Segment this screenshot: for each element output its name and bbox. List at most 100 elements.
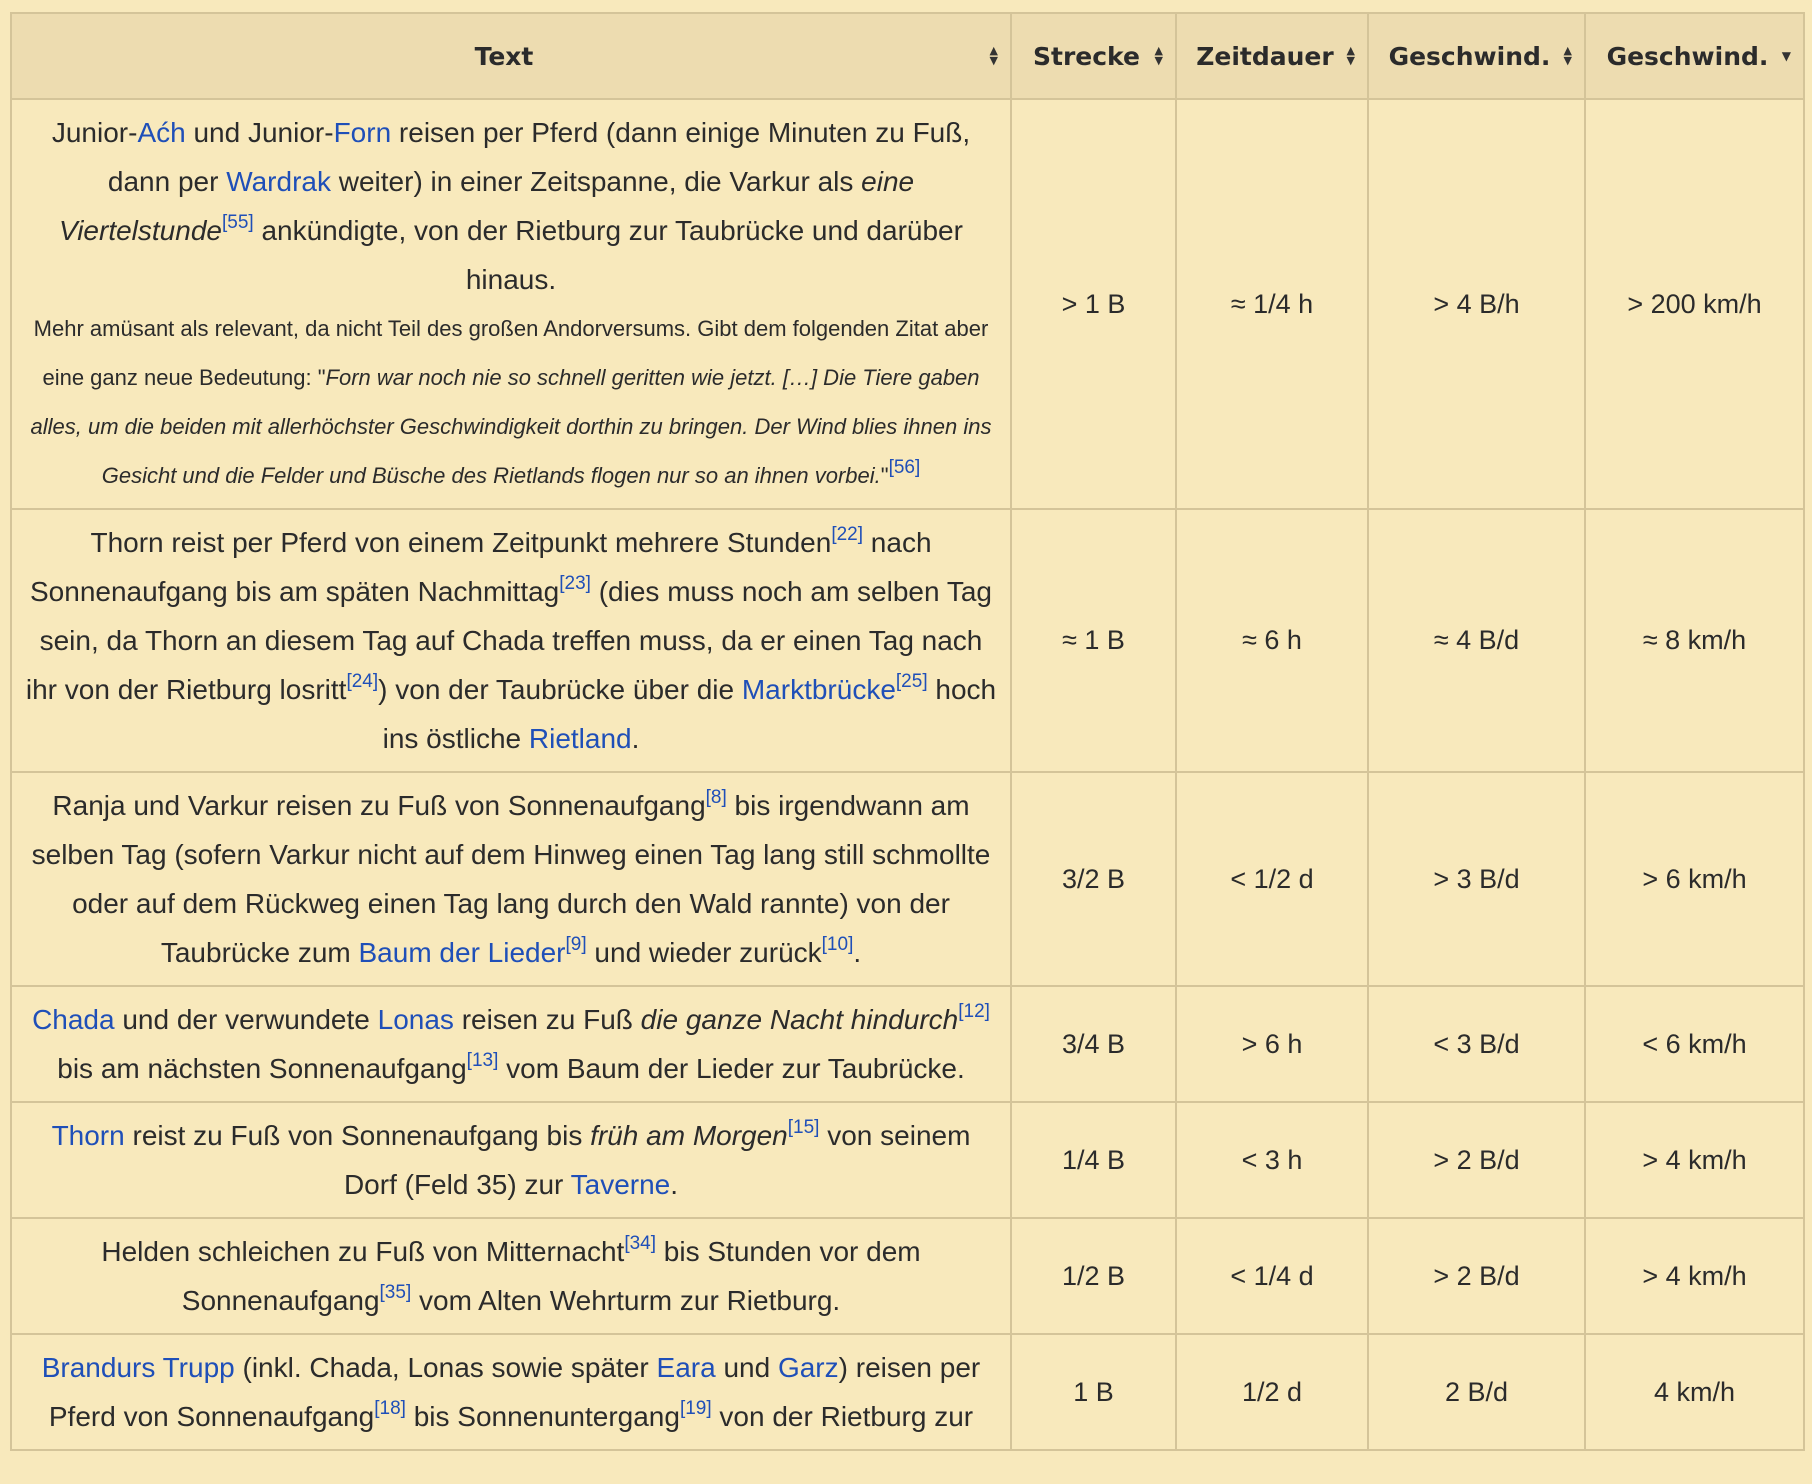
table-row: Helden schleichen zu Fuß von Mitternacht… — [10, 1217, 1805, 1335]
header-row: Text ▲ ▼ Strecke ▲ ▼ Zeitdauer ▲ ▼ Geschwind. ▲ ▼ Ge… — [10, 12, 1805, 100]
sort-descending-icon[interactable]: ▼ — [1782, 50, 1791, 62]
cell-zeitdauer: ≈ 6 h — [1175, 508, 1369, 773]
italic-text: die ganze Nacht hindurch — [640, 1004, 959, 1035]
cell-zeitdauer: < 1/2 d — [1175, 771, 1369, 987]
cell-strecke: 3/2 B — [1010, 771, 1177, 987]
footnote-reference[interactable]: [24] — [346, 671, 378, 692]
wiki-link[interactable]: Marktbrücke — [742, 674, 896, 705]
cell-text: Thorn reist per Pferd von einem Zeitpunk… — [10, 508, 1012, 773]
sort-both-icon[interactable]: ▲ ▼ — [1347, 45, 1355, 66]
cell-text: Brandurs Trupp (inkl. Chada, Lonas sowie… — [10, 1333, 1012, 1451]
table-row: Brandurs Trupp (inkl. Chada, Lonas sowie… — [10, 1333, 1805, 1451]
footnote-reference[interactable]: [25] — [896, 671, 928, 692]
footnote-reference[interactable]: [8] — [706, 787, 727, 808]
header-text[interactable]: Text ▲ ▼ — [10, 12, 1012, 100]
cell-zeitdauer: < 1/4 d — [1175, 1217, 1369, 1335]
header-label: Zeitdauer — [1196, 41, 1334, 71]
cell-geschwind-bd: > 2 B/d — [1367, 1101, 1586, 1219]
table-row: Ranja und Varkur reisen zu Fuß von Sonne… — [10, 771, 1805, 987]
wiki-link[interactable]: Wardrak — [226, 166, 331, 197]
footnote-reference[interactable]: [56] — [889, 457, 921, 478]
footnote-reference[interactable]: [13] — [467, 1050, 499, 1071]
description-text: Junior-Aćh und Junior-Forn reisen per Pf… — [51, 117, 971, 295]
table-row: Chada und der verwundete Lonas reisen zu… — [10, 985, 1805, 1103]
cell-text: Ranja und Varkur reisen zu Fuß von Sonne… — [10, 771, 1012, 987]
cell-zeitdauer: 1/2 d — [1175, 1333, 1369, 1451]
italic-text: früh am Morgen — [590, 1120, 788, 1151]
italic-text: eine Viertelstunde — [59, 166, 915, 246]
footnote-reference[interactable]: [12] — [958, 1001, 990, 1022]
wiki-link[interactable]: Taverne — [571, 1169, 671, 1200]
wiki-link[interactable]: Chada — [32, 1004, 115, 1035]
cell-text: Thorn reist zu Fuß von Sonnenaufgang bis… — [10, 1101, 1012, 1219]
cell-text: Chada und der verwundete Lonas reisen zu… — [10, 985, 1012, 1103]
wiki-link[interactable]: Garz — [778, 1352, 839, 1383]
cell-geschwind-kmh: ≈ 8 km/h — [1584, 508, 1805, 773]
wiki-link[interactable]: Brandurs Trupp — [42, 1352, 235, 1383]
description-text: Helden schleichen zu Fuß von Mitternacht… — [101, 1232, 921, 1316]
sort-both-icon[interactable]: ▲ ▼ — [1155, 45, 1163, 66]
footnote-reference[interactable]: [55] — [222, 212, 254, 233]
footnote-reference[interactable]: [34] — [624, 1233, 656, 1254]
cell-strecke: 3/4 B — [1010, 985, 1177, 1103]
speed-table: Text ▲ ▼ Strecke ▲ ▼ Zeitdauer ▲ ▼ Geschwind. ▲ ▼ Ge… — [10, 12, 1805, 1451]
footnote-reference[interactable]: [10] — [822, 934, 854, 955]
sort-both-icon[interactable]: ▲ ▼ — [990, 45, 998, 66]
description-text: Thorn reist zu Fuß von Sonnenaufgang bis… — [51, 1116, 971, 1200]
italic-text: Forn war noch nie so schnell geritten wi… — [30, 365, 992, 488]
footnote-reference[interactable]: [19] — [680, 1398, 712, 1419]
header-geschwind-2[interactable]: Geschwind. ▼ — [1584, 12, 1805, 100]
footnote-reference[interactable]: [15] — [788, 1117, 820, 1138]
cell-geschwind-bd: > 2 B/d — [1367, 1217, 1586, 1335]
cell-geschwind-bd: > 4 B/h — [1367, 98, 1586, 510]
description-text: Ranja und Varkur reisen zu Fuß von Sonne… — [31, 786, 991, 968]
wiki-link[interactable]: Baum der Lieder — [359, 937, 566, 968]
cell-strecke: > 1 B — [1010, 98, 1177, 510]
cell-strecke: ≈ 1 B — [1010, 508, 1177, 773]
wiki-link[interactable]: Rietland — [529, 723, 632, 754]
cell-strecke: 1 B — [1010, 1333, 1177, 1451]
cell-strecke: 1/2 B — [1010, 1217, 1177, 1335]
footnote-reference[interactable]: [23] — [559, 573, 591, 594]
table-row: Thorn reist per Pferd von einem Zeitpunk… — [10, 508, 1805, 773]
wiki-link[interactable]: Aćh — [137, 117, 185, 148]
cell-geschwind-kmh: > 6 km/h — [1584, 771, 1805, 987]
cell-geschwind-kmh: > 200 km/h — [1584, 98, 1805, 510]
footnote-reference[interactable]: [18] — [374, 1398, 406, 1419]
cell-zeitdauer: < 3 h — [1175, 1101, 1369, 1219]
header-geschwind-1[interactable]: Geschwind. ▲ ▼ — [1367, 12, 1586, 100]
footnote-reference[interactable]: [35] — [380, 1282, 412, 1303]
cell-zeitdauer: > 6 h — [1175, 985, 1369, 1103]
cell-strecke: 1/4 B — [1010, 1101, 1177, 1219]
note-text: Mehr amüsant als relevant, da nicht Teil… — [30, 316, 992, 488]
table-body: Junior-Aćh und Junior-Forn reisen per Pf… — [10, 98, 1805, 1451]
cell-geschwind-bd: > 3 B/d — [1367, 771, 1586, 987]
cell-geschwind-kmh: > 4 km/h — [1584, 1101, 1805, 1219]
sort-both-icon[interactable]: ▲ ▼ — [1564, 45, 1572, 66]
header-label: Geschwind. — [1388, 41, 1551, 71]
cell-geschwind-bd: < 3 B/d — [1367, 985, 1586, 1103]
description-text: Brandurs Trupp (inkl. Chada, Lonas sowie… — [41, 1352, 981, 1432]
cell-geschwind-kmh: 4 km/h — [1584, 1333, 1805, 1451]
footnote-reference[interactable]: [9] — [566, 934, 587, 955]
wiki-link[interactable]: Eara — [657, 1352, 716, 1383]
wiki-link[interactable]: Forn — [334, 117, 392, 148]
cell-text: Helden schleichen zu Fuß von Mitternacht… — [10, 1217, 1012, 1335]
wiki-link[interactable]: Thorn — [52, 1120, 125, 1151]
table-row: Junior-Aćh und Junior-Forn reisen per Pf… — [10, 98, 1805, 510]
header-label: Strecke — [1033, 41, 1140, 71]
description-text: Chada und der verwundete Lonas reisen zu… — [32, 1000, 990, 1084]
header-zeitdauer[interactable]: Zeitdauer ▲ ▼ — [1175, 12, 1369, 100]
cell-geschwind-bd: 2 B/d — [1367, 1333, 1586, 1451]
cell-text: Junior-Aćh und Junior-Forn reisen per Pf… — [10, 98, 1012, 510]
cell-geschwind-kmh: < 6 km/h — [1584, 985, 1805, 1103]
description-text: Thorn reist per Pferd von einem Zeitpunk… — [25, 523, 997, 754]
cell-zeitdauer: ≈ 1/4 h — [1175, 98, 1369, 510]
header-strecke[interactable]: Strecke ▲ ▼ — [1010, 12, 1177, 100]
table-row: Thorn reist zu Fuß von Sonnenaufgang bis… — [10, 1101, 1805, 1219]
footnote-reference[interactable]: [22] — [831, 524, 863, 545]
wiki-link[interactable]: Lonas — [378, 1004, 454, 1035]
header-label: Text — [474, 41, 534, 71]
cell-geschwind-kmh: > 4 km/h — [1584, 1217, 1805, 1335]
header-label: Geschwind. — [1606, 41, 1769, 71]
